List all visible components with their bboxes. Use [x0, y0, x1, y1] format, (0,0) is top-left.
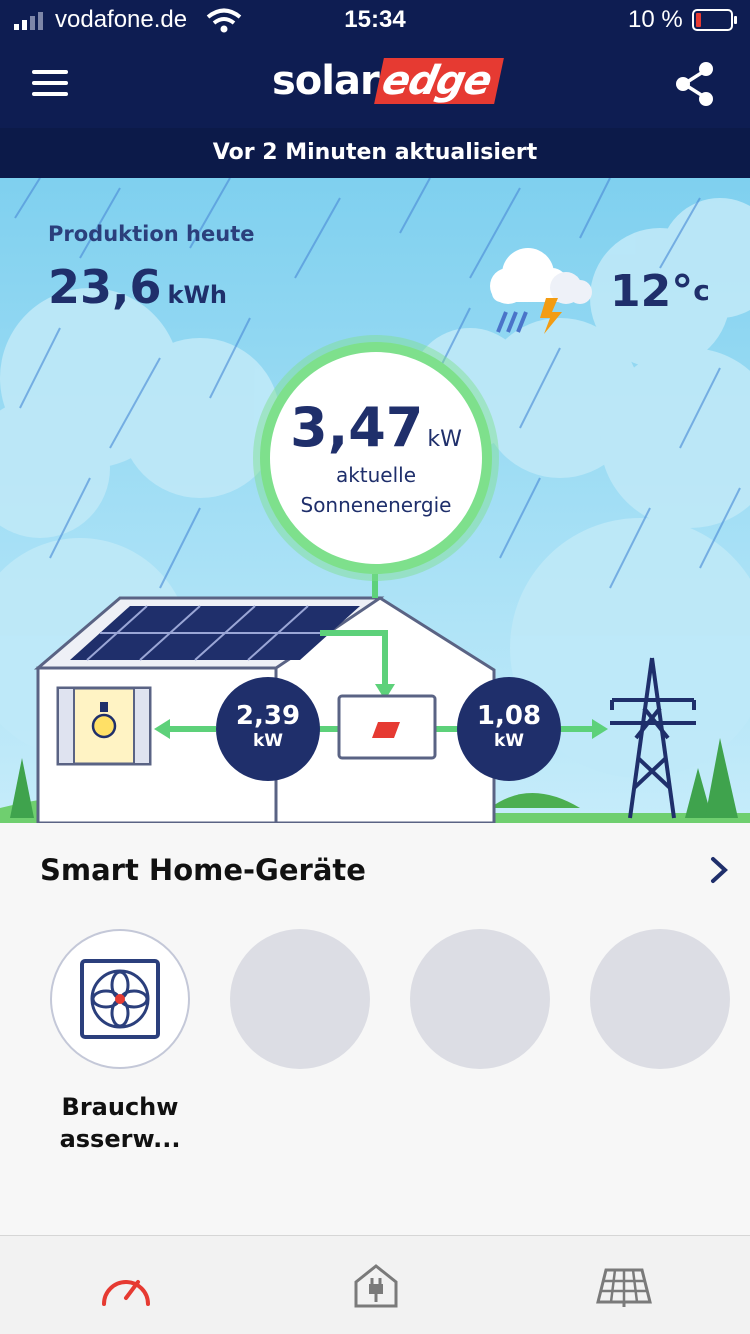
share-icon[interactable] [674, 60, 716, 108]
temperature: 12°c [610, 266, 710, 317]
smart-device-4[interactable] [590, 929, 730, 1069]
production-unit: kWh [167, 281, 228, 309]
solar-panel-icon[interactable] [596, 1264, 652, 1308]
smart-home-title[interactable]: Smart Home-Geräte [40, 853, 366, 887]
house-plug-icon[interactable] [348, 1264, 404, 1308]
solaredge-logo: solaredge [272, 58, 504, 108]
smart-home-section: Smart Home-Geräte Brauchw asserw... [0, 823, 750, 1235]
gauge-icon[interactable] [98, 1264, 154, 1308]
chevron-right-icon[interactable] [705, 855, 733, 885]
hamburger-menu-icon[interactable] [32, 70, 68, 98]
current-solar-power-circle[interactable]: 3,47 kW aktuelle Sonnenenergie [260, 342, 492, 574]
current-power-label-2: Sonnenenergie [300, 493, 452, 517]
production-today-label: Produktion heute [48, 222, 255, 246]
fan-icon [80, 959, 160, 1039]
battery-percent: 10 % [628, 6, 683, 33]
logo-solar-text: solar [272, 58, 380, 104]
home-consumption-value: 2,39 [235, 701, 301, 731]
status-bar: vodafone.de 15:34 10 % [0, 0, 750, 40]
grid-export-unit: kW [493, 731, 525, 751]
grid-export-node[interactable]: 1,08 kW [457, 677, 561, 781]
grid-export-value: 1,08 [476, 701, 542, 731]
home-consumption-unit: kW [252, 731, 284, 751]
tab-bar [0, 1235, 750, 1334]
logo-edge-text: edge [373, 58, 504, 104]
smart-device-2[interactable] [230, 929, 370, 1069]
inverter-icon [337, 694, 437, 760]
current-power-label-1: aktuelle [335, 463, 417, 487]
production-value: 23,6 [48, 260, 162, 314]
smart-device-1-label[interactable]: Brauchw asserw... [40, 1091, 200, 1155]
temperature-value: 12° [610, 266, 694, 317]
production-today-value: 23,6 kWh [48, 260, 227, 314]
temperature-unit: c [693, 274, 710, 307]
app-header: solaredge [0, 40, 750, 128]
last-update-banner: Vor 2 Minuten aktualisiert [0, 128, 750, 178]
energy-flow-scene: Produktion heute 23,6 kWh 12°c 3,47 kW akt… [0, 178, 750, 823]
thunderstorm-rain-icon [490, 248, 592, 334]
current-power-value: 3,47 kW [290, 396, 462, 459]
smart-device-3[interactable] [410, 929, 550, 1069]
smart-device-1[interactable] [50, 929, 190, 1069]
battery-icon [692, 9, 737, 31]
lightbulb-icon [91, 702, 117, 739]
home-consumption-node[interactable]: 2,39 kW [216, 677, 320, 781]
